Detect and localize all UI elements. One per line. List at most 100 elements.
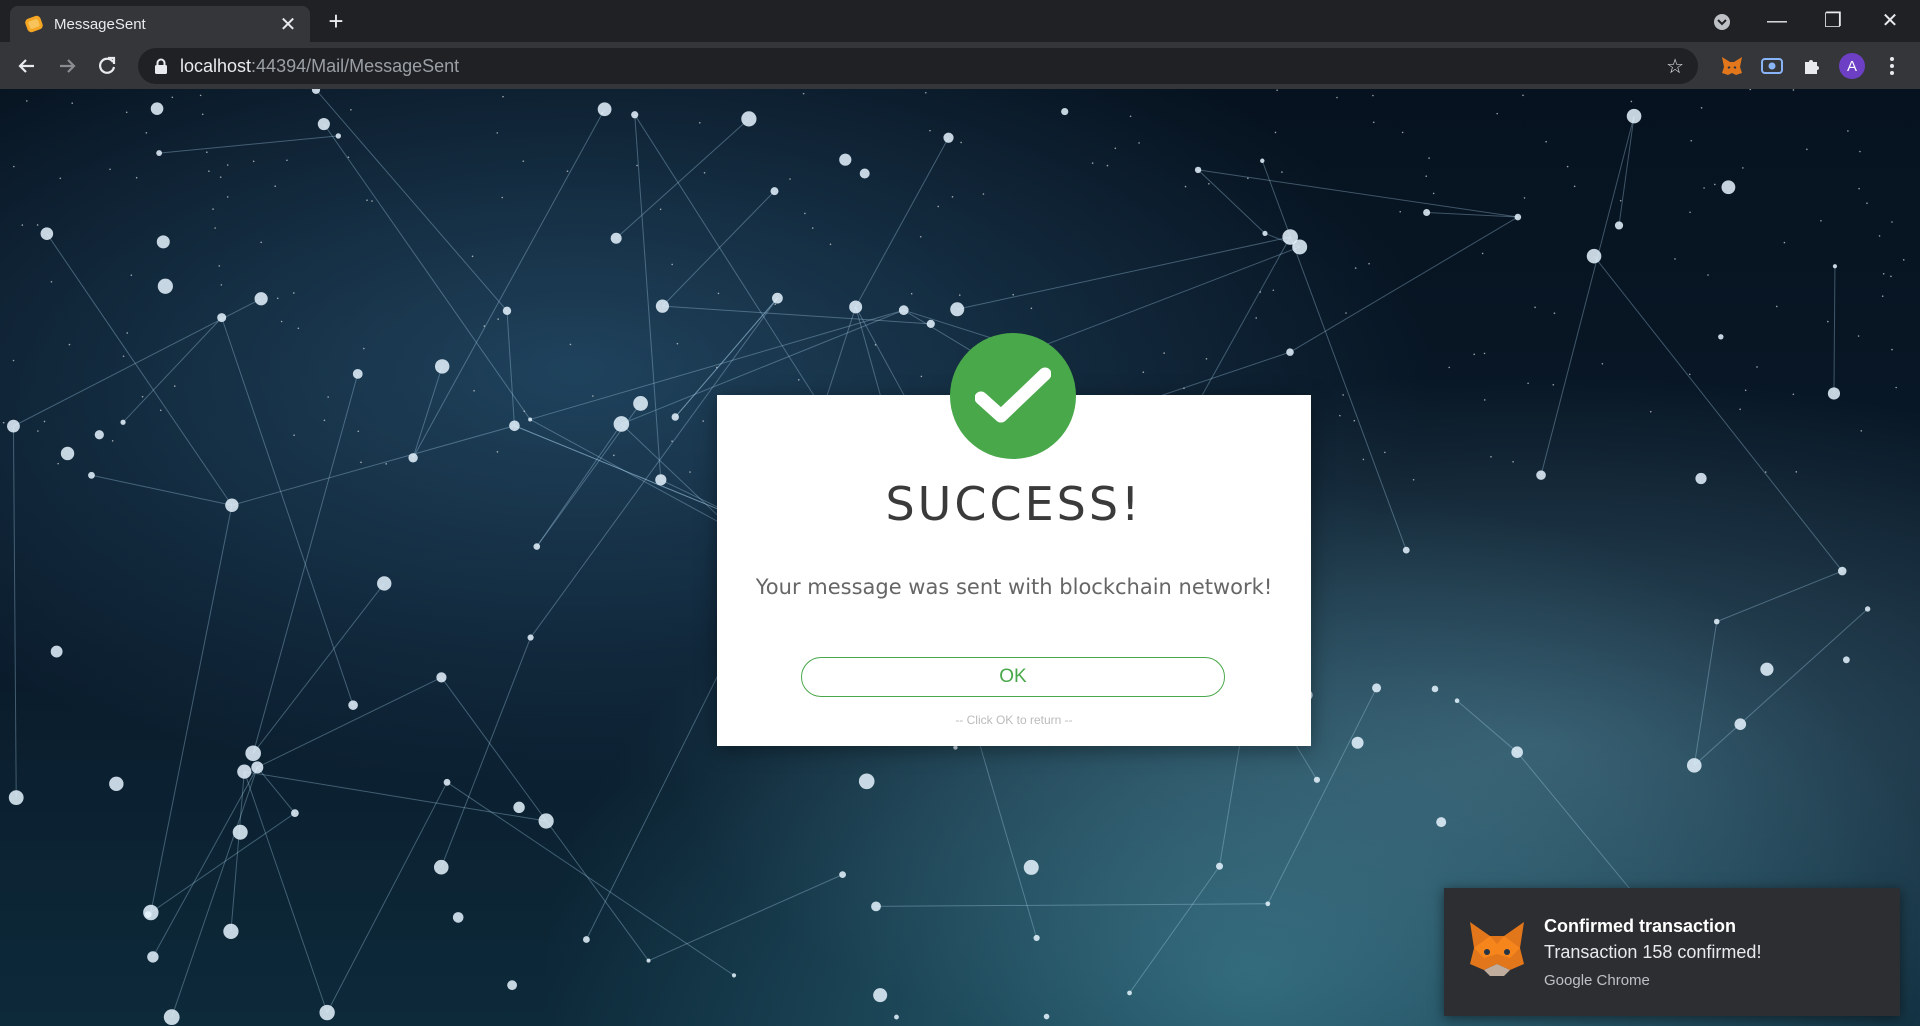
network-node (1431, 685, 1439, 693)
background-star (1878, 235, 1881, 237)
background-star (591, 395, 594, 397)
background-star (252, 160, 255, 163)
network-line (46, 233, 233, 506)
background-star (1553, 312, 1556, 315)
new-tab-button[interactable]: + (322, 8, 350, 34)
background-star (1372, 94, 1374, 97)
background-star (145, 132, 148, 134)
ok-button[interactable]: OK (801, 657, 1225, 697)
network-node (147, 951, 159, 963)
forward-icon[interactable] (51, 50, 83, 82)
network-node (943, 132, 954, 143)
restore-button[interactable]: ❐ (1813, 4, 1853, 38)
network-node (671, 413, 679, 421)
background-star (496, 451, 499, 453)
network-node (433, 859, 449, 875)
network-node (1626, 108, 1642, 124)
network-line (315, 89, 508, 312)
background-star (1534, 306, 1536, 309)
network-node (770, 187, 779, 196)
menu-kebab-icon[interactable] (1876, 50, 1908, 82)
network-node (950, 302, 965, 317)
background-star (260, 241, 262, 244)
background-star (702, 420, 705, 422)
background-star (929, 129, 931, 132)
background-star (68, 343, 71, 346)
network-line (244, 771, 547, 822)
back-icon[interactable] (11, 50, 43, 82)
background-star (1208, 183, 1210, 185)
network-line (12, 426, 17, 798)
network-line (1540, 116, 1635, 476)
network-node (1436, 817, 1447, 828)
network-node (731, 973, 737, 978)
tab-close-icon[interactable]: ✕ (278, 12, 298, 37)
metamask-extension-icon[interactable] (1716, 50, 1748, 82)
tab-search-icon[interactable] (1702, 4, 1742, 43)
tab-messagesent[interactable]: MessageSent ✕ (10, 6, 310, 42)
reload-icon[interactable] (91, 50, 123, 82)
background-star (220, 284, 223, 286)
network-line (150, 812, 296, 913)
background-star (1866, 202, 1868, 205)
modal-title: SUCCESS! (885, 477, 1143, 531)
background-star (1368, 262, 1370, 265)
network-node (1194, 166, 1202, 174)
network-node (839, 153, 852, 166)
network-node (377, 576, 392, 591)
background-star (1183, 387, 1185, 390)
background-star (774, 303, 777, 305)
extensions-puzzle-icon[interactable] (1796, 50, 1828, 82)
background-star (1744, 389, 1747, 392)
screen-capture-extension-icon[interactable] (1756, 50, 1788, 82)
network-line (1693, 621, 1718, 766)
background-star (1272, 289, 1275, 292)
background-star (1342, 394, 1344, 396)
background-star (1523, 197, 1526, 199)
notification-source: Google Chrome (1544, 972, 1650, 989)
minimize-button[interactable]: — (1757, 4, 1797, 38)
background-star (1749, 89, 1752, 91)
background-star (676, 342, 679, 345)
background-star (1714, 183, 1716, 186)
background-star (214, 227, 216, 229)
network-line (634, 114, 845, 443)
network-node (655, 474, 667, 486)
background-star (130, 274, 133, 276)
background-star (1690, 139, 1693, 142)
background-star (1345, 312, 1347, 314)
background-star (924, 91, 927, 94)
network-node (8, 790, 24, 806)
address-bar[interactable]: localhost:44394/Mail/MessageSent ☆ (138, 48, 1698, 84)
profile-avatar[interactable]: A (1836, 50, 1868, 82)
background-star (1881, 295, 1884, 298)
network-node (225, 498, 239, 512)
network-node (859, 168, 870, 179)
network-node (436, 672, 447, 683)
background-star (982, 193, 985, 195)
url-path: :44394/Mail/MessageSent (251, 55, 460, 76)
chrome-notification[interactable]: Confirmed transaction Transaction 158 co… (1444, 888, 1900, 1016)
background-star (789, 178, 791, 180)
background-star (1689, 211, 1691, 214)
background-star (122, 355, 125, 358)
background-star (1114, 147, 1117, 150)
background-star (350, 109, 352, 111)
network-node (655, 299, 670, 313)
background-star (371, 200, 373, 202)
network-node (156, 150, 163, 156)
network-node (109, 776, 124, 792)
network-line (257, 676, 442, 768)
close-window-button[interactable]: ✕ (1870, 4, 1910, 38)
network-node (513, 801, 525, 814)
background-star (126, 332, 129, 334)
network-node (613, 416, 630, 432)
network-node (1713, 618, 1720, 625)
network-line (221, 317, 354, 706)
background-star (1859, 150, 1861, 153)
background-star (1401, 131, 1404, 134)
background-star (802, 92, 805, 95)
background-star (1552, 383, 1555, 386)
background-star (1030, 307, 1033, 310)
bookmark-star-icon[interactable]: ☆ (1666, 54, 1684, 79)
